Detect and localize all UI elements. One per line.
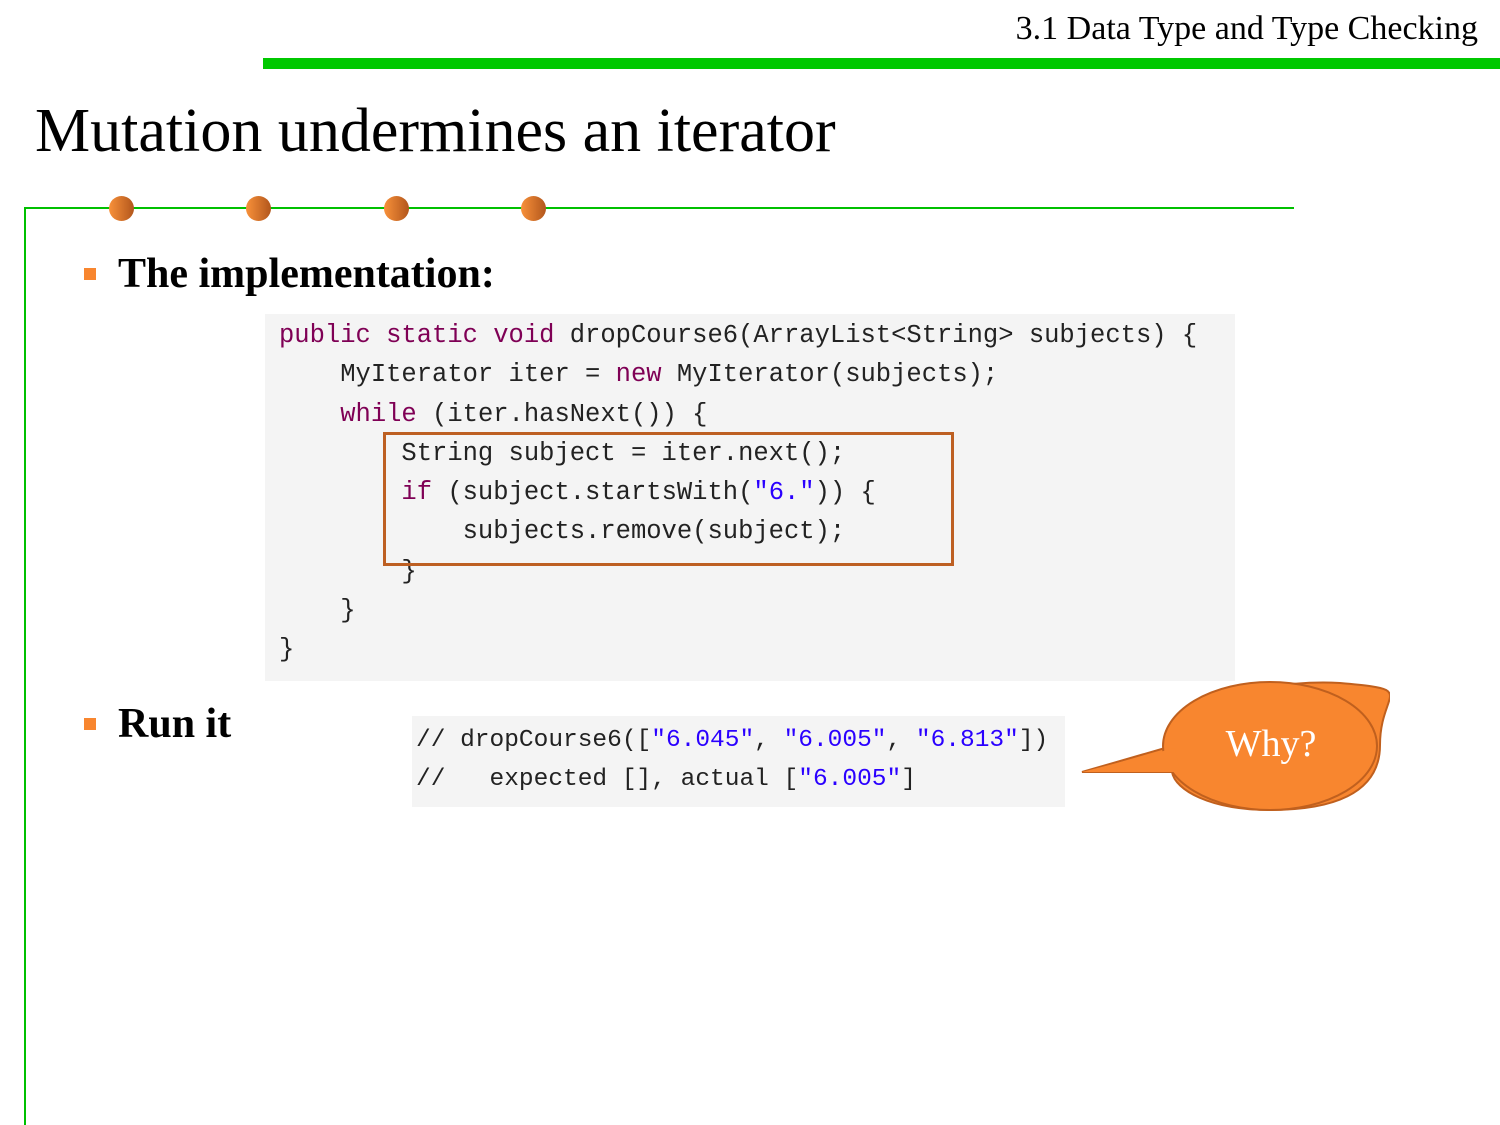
code-line: while (iter.hasNext()) { (279, 395, 1235, 434)
header-bar (263, 58, 1500, 69)
code-line: MyIterator iter = new MyIterator(subject… (279, 355, 1235, 394)
code-text: , (754, 727, 784, 754)
slide-title: Mutation undermines an iterator (35, 97, 836, 165)
decor-dot-icon (109, 196, 134, 221)
code-text: , (886, 727, 916, 754)
bullet-icon (84, 268, 96, 280)
bullet-run-it: Run it (118, 701, 232, 747)
decor-dot-icon (384, 196, 409, 221)
code-text: } (279, 635, 295, 665)
decor-dot-icon (246, 196, 271, 221)
code-text: dropCourse6(ArrayList<String> subjects) … (569, 321, 1198, 350)
code-string: "6.005" (783, 727, 887, 754)
code-string: "6.813" (915, 727, 1019, 754)
highlight-box (383, 432, 954, 566)
left-border (24, 207, 26, 1125)
run-output-code-block: // dropCourse6(["6.045", "6.005", "6.813… (412, 716, 1065, 807)
code-string: "6.045" (651, 727, 755, 754)
code-keyword: public static void (279, 321, 570, 350)
code-line: } (279, 591, 1235, 630)
code-line: // dropCourse6(["6.045", "6.005", "6.813… (416, 721, 1065, 760)
code-text: (iter.hasNext()) { (432, 399, 708, 429)
code-text: MyIterator(subjects); (676, 360, 999, 390)
decor-dot-icon (521, 196, 546, 221)
code-text: // expected [], actual [ (416, 766, 799, 794)
code-line: public static void dropCourse6(ArrayList… (279, 316, 1235, 355)
callout-text: Why? (1225, 723, 1317, 765)
code-line: } (279, 630, 1235, 669)
code-text: } (279, 596, 356, 626)
bullet-icon (84, 718, 96, 730)
code-text: // dropCourse6([ (416, 727, 652, 754)
code-text: ] (901, 766, 916, 794)
code-keyword: while (279, 399, 433, 429)
code-string: "6.005" (798, 766, 902, 794)
section-header: 3.1 Data Type and Type Checking (1015, 10, 1478, 47)
code-text: ]) (1018, 727, 1049, 754)
code-text: MyIterator iter = (279, 360, 616, 390)
code-keyword: new (615, 360, 677, 390)
bullet-implementation: The implementation: (118, 251, 495, 297)
title-divider (24, 207, 1294, 209)
code-line: // expected [], actual ["6.005"] (416, 760, 1065, 799)
